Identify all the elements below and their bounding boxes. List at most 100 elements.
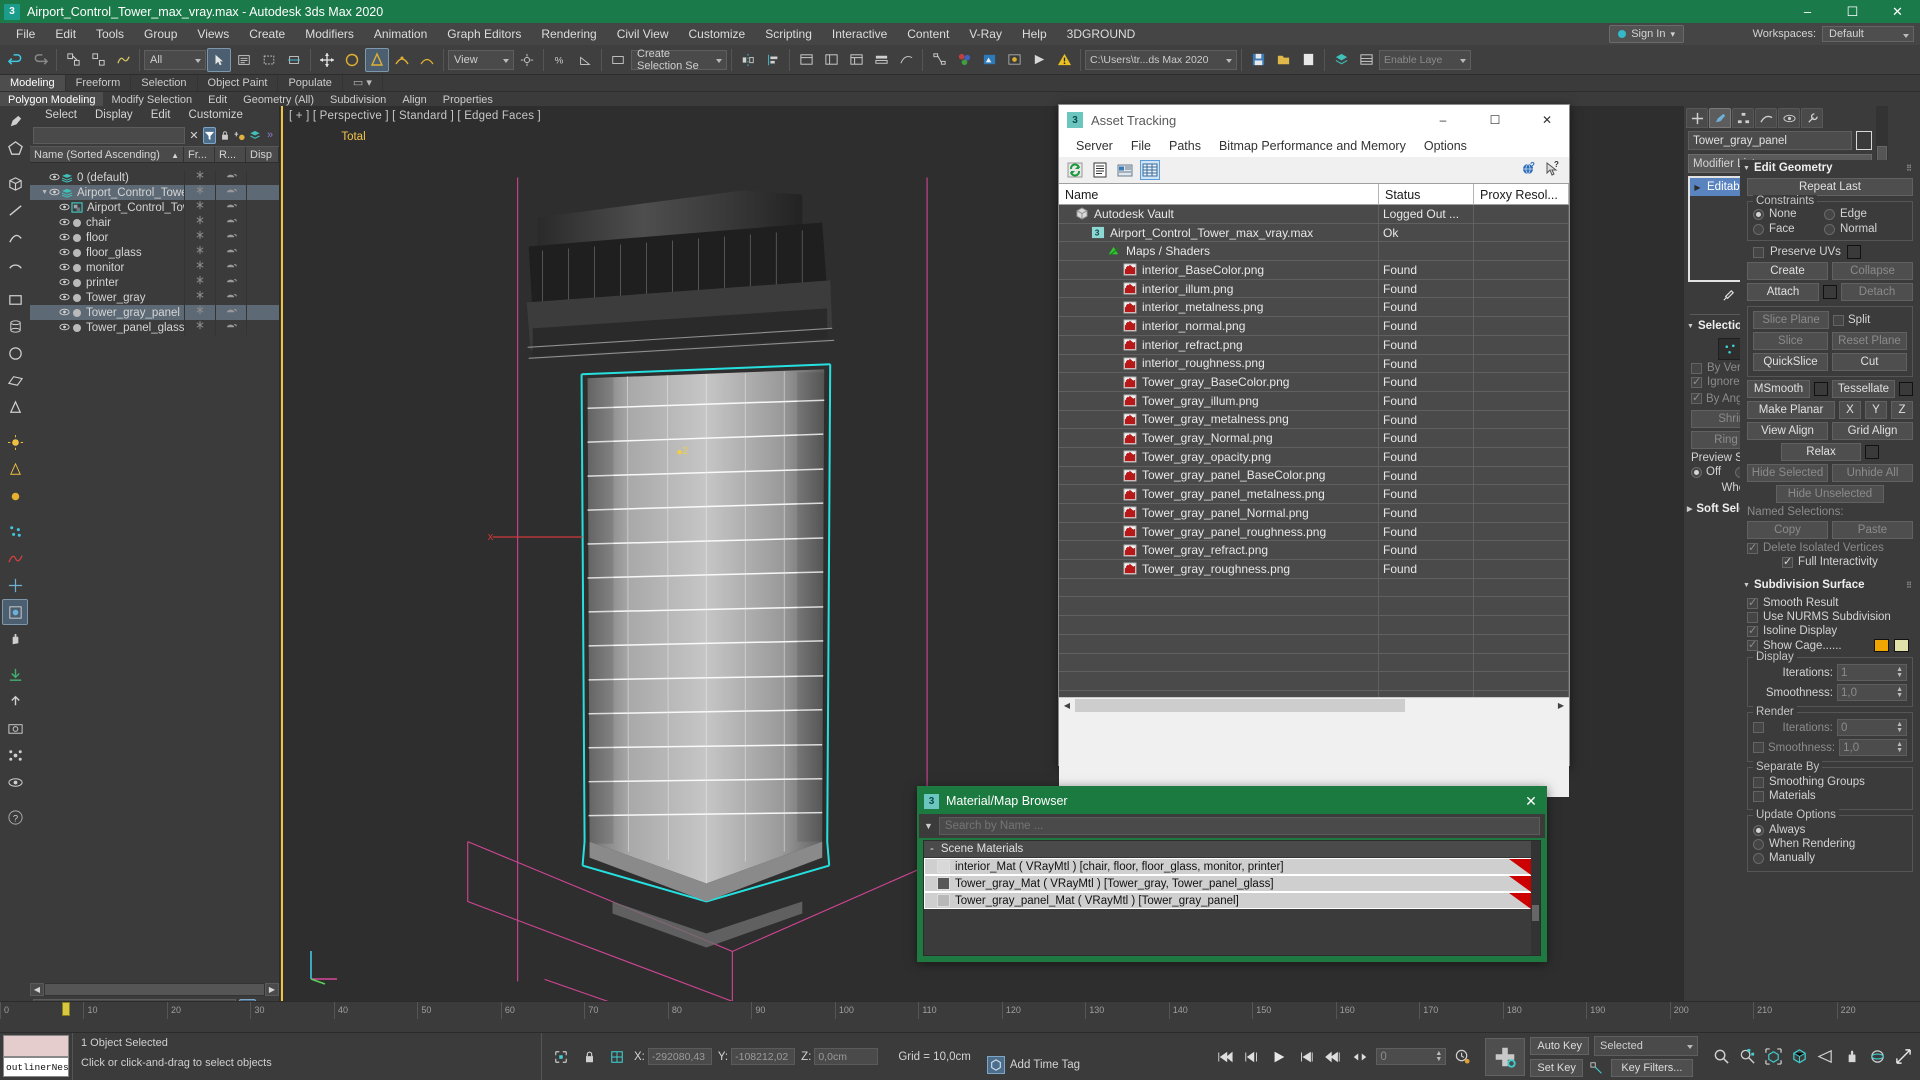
timeline-tick[interactable]: 210 [1753,1002,1836,1019]
asset-row[interactable]: Tower_gray_panel_BaseColor.png Found [1059,466,1569,486]
ribbon-options-icon[interactable]: ▭ ▾ [343,75,383,91]
update-always-row[interactable]: Always [1753,824,1907,836]
asset-menu-server[interactable]: Server [1067,139,1122,153]
frozen-cell[interactable] [184,245,215,260]
explorer-menu-display[interactable]: Display [86,109,142,121]
import-icon[interactable] [2,661,28,687]
constraint-normal-radio[interactable] [1824,223,1835,235]
display-cell[interactable] [246,185,279,200]
selection-filter-select[interactable]: All [144,49,206,70]
zoom-extents-selected-icon[interactable] [1788,1047,1810,1067]
asset-row[interactable]: Tower_gray_panel_roughness.png Found [1059,522,1569,542]
display-cell[interactable] [246,320,279,335]
visibility-eye-icon[interactable] [58,203,71,213]
update-manually-radio[interactable] [1753,852,1764,864]
cylinder-tool-icon[interactable] [2,313,28,339]
clear-search-icon[interactable]: ✕ [188,127,200,144]
sun-positioner-icon[interactable] [2,483,28,509]
collapse-button[interactable]: Collapse [1832,262,1913,280]
column-display[interactable]: Disp [246,147,279,162]
renderable-cell[interactable] [215,200,246,215]
asset-row[interactable]: Tower_gray_illum.png Found [1059,391,1569,411]
layers-stack-icon[interactable] [249,127,261,144]
frame-ruler[interactable]: 0 10 20 30 40 50 60 70 80 90 100 110 120 130 140 150 160… [0,1002,1920,1019]
asset-column-proxy[interactable]: Proxy Resol... [1474,184,1569,204]
timeline-tick[interactable]: 160 [1335,1002,1419,1019]
path-editor-icon[interactable] [1115,160,1135,180]
space-warp-icon[interactable] [2,545,28,571]
display-cell[interactable] [246,215,279,230]
explorer-row-floor[interactable]: floor [30,230,279,245]
menu-item-help[interactable]: Help [1012,23,1057,45]
arc-tool-icon[interactable] [2,251,28,277]
renderable-cell[interactable] [215,170,246,185]
schematic-view-icon[interactable] [927,48,951,72]
make-planar-y-button[interactable]: Y [1865,401,1887,419]
display-cell[interactable] [246,170,279,185]
menu-item-civil-view[interactable]: Civil View [607,23,679,45]
timeline-tick[interactable]: 130 [1085,1002,1168,1019]
tessellate-settings-icon[interactable] [1899,382,1913,396]
save-icon[interactable] [1246,48,1270,72]
layer-explorer-icon[interactable] [794,48,818,72]
scroll-right-icon[interactable]: ▶ [265,983,279,996]
reset-plane-button[interactable]: Reset Plane [1832,332,1907,350]
mirror-icon[interactable] [736,48,760,72]
material-scroll-thumb[interactable] [1532,905,1539,921]
add-layer-icon[interactable] [234,127,246,144]
frozen-cell[interactable] [184,200,215,215]
select-object-icon[interactable] [207,47,231,72]
asset-row[interactable]: Tower_gray_refract.png Found [1059,541,1569,561]
scene-converter-icon[interactable] [844,48,868,72]
visibility-eye-icon[interactable] [58,293,71,303]
open-icon[interactable] [1271,48,1295,72]
timeline-tick[interactable]: 30 [250,1002,333,1019]
filter-icon[interactable] [203,126,216,144]
time-slider-handle[interactable] [62,1002,70,1016]
explorer-row-chair[interactable]: chair [30,215,279,230]
sphere-tool-icon[interactable] [2,340,28,366]
named-selection-sets-icon[interactable] [606,48,630,72]
menu-item-views[interactable]: Views [187,23,239,45]
display-cell[interactable] [246,275,279,290]
cut-button[interactable]: Cut [1832,353,1907,371]
materials-checkbox[interactable] [1753,790,1764,802]
material-browser-list[interactable]: - Scene Materials interior_Mat ( VRayMtl… [923,840,1541,956]
add-time-tag-label[interactable]: Add Time Tag [1010,1059,1080,1071]
absolute-relative-toggle-icon[interactable] [606,1047,628,1067]
tab-create[interactable] [1686,108,1708,128]
sign-in-button[interactable]: Sign In ▾ [1609,25,1684,43]
timeline-tick[interactable]: 140 [1168,1002,1252,1019]
timeline-tick[interactable]: 150 [1252,1002,1335,1019]
visibility-eye-icon[interactable] [48,188,61,198]
asset-column-name[interactable]: Name [1059,184,1379,204]
timeline-tick[interactable]: 40 [333,1002,417,1019]
maximize-button[interactable]: ☐ [1830,0,1875,23]
update-always-radio[interactable] [1753,824,1764,836]
asset-menu-paths[interactable]: Paths [1160,139,1210,153]
frozen-cell[interactable] [184,170,215,185]
ribbon-toggle-icon[interactable] [869,48,893,72]
align-icon[interactable] [415,48,439,72]
asset-row[interactable]: Tower_gray_Normal.png Found [1059,429,1569,448]
frozen-cell[interactable] [184,260,215,275]
asset-menu-options[interactable]: Options [1415,139,1476,153]
asset-horizontal-scrollbar[interactable]: ◀ ▶ [1059,697,1569,714]
asset-scroll-track[interactable] [1075,697,1553,714]
polygon-tool-icon[interactable] [2,135,28,161]
render-smoothness-spinner[interactable]: 1,0 ▲ ▼ [1839,739,1907,756]
column-renderable[interactable]: R... [215,147,246,162]
close-button[interactable]: ✕ [1875,0,1920,23]
line-tool-icon[interactable] [2,197,28,223]
update-when-rendering-radio[interactable] [1753,838,1764,850]
set-keys-button[interactable] [1485,1037,1526,1076]
delete-isolated-row[interactable]: Delete Isolated Vertices [1747,541,1913,554]
maximize-viewport-icon[interactable] [1892,1047,1914,1067]
play-animation-icon[interactable] [1268,1047,1290,1067]
renderable-cell[interactable] [215,290,246,305]
box-primitive-icon[interactable] [2,170,28,196]
menu-item-edit[interactable]: Edit [45,23,86,45]
set-key-button[interactable]: Set Key [1530,1059,1583,1077]
explorer-row-tower-gray-panel[interactable]: Tower_gray_panel [30,305,279,320]
filter-triangle-icon[interactable]: ▼ [924,821,933,831]
